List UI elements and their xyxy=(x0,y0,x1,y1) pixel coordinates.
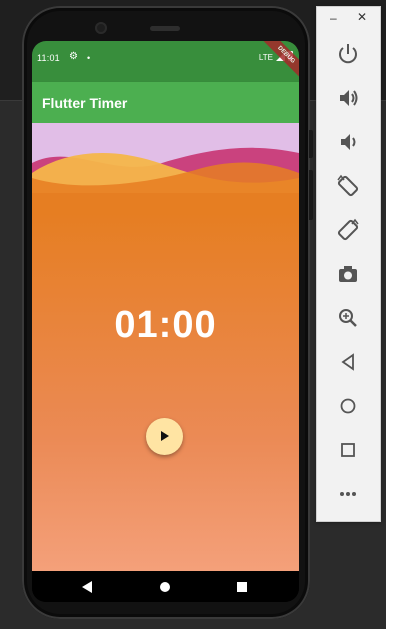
hardware-volume-button[interactable] xyxy=(309,170,313,220)
overview-icon xyxy=(341,443,355,457)
play-button[interactable] xyxy=(146,418,183,455)
timer-background: 01:00 xyxy=(32,123,299,571)
power-button[interactable] xyxy=(333,39,363,69)
volume-up-icon xyxy=(340,90,358,106)
status-time: 11:01 xyxy=(37,53,60,63)
status-network: LTE xyxy=(258,53,273,62)
volume-down-icon xyxy=(341,134,356,150)
window-edge xyxy=(386,0,411,629)
front-camera xyxy=(95,22,107,34)
app-bar: Flutter Timer xyxy=(32,82,299,123)
status-bar: 11:01 ⚙ • LTE xyxy=(32,41,299,82)
rotate-right-button[interactable] xyxy=(333,215,363,245)
more-button[interactable] xyxy=(333,479,363,509)
screenshot-button[interactable] xyxy=(333,259,363,289)
gear-icon: ⚙ xyxy=(69,51,78,62)
zoom-button[interactable] xyxy=(333,303,363,333)
rotate-left-button[interactable] xyxy=(333,171,363,201)
close-button[interactable]: ✕ xyxy=(357,10,367,24)
minimize-button[interactable]: – xyxy=(330,11,337,25)
rotate-left-icon xyxy=(337,174,359,197)
recent-apps-icon[interactable] xyxy=(237,582,247,592)
volume-up-button[interactable] xyxy=(333,83,363,113)
volume-down-button[interactable] xyxy=(333,127,363,157)
timer-display: 01:00 xyxy=(114,304,217,346)
home-icon xyxy=(340,398,356,414)
emulator-overview-button[interactable] xyxy=(333,435,363,465)
home-icon[interactable] xyxy=(160,582,170,592)
play-icon xyxy=(161,431,169,441)
emulator-side-panel: – ✕ xyxy=(316,6,381,522)
power-icon xyxy=(339,44,357,64)
page-title: Flutter Timer xyxy=(42,95,128,111)
back-icon[interactable] xyxy=(82,581,92,593)
zoom-icon xyxy=(339,309,357,327)
wave-background xyxy=(32,123,299,203)
emulator-back-button[interactable] xyxy=(333,347,363,377)
emulator-home-button[interactable] xyxy=(333,391,363,421)
hardware-power-button[interactable] xyxy=(309,130,313,158)
camera-icon xyxy=(339,266,357,282)
panel-title-bar: – ✕ xyxy=(317,7,380,29)
rotate-right-icon xyxy=(337,218,359,241)
navigation-bar xyxy=(32,571,299,602)
more-icon xyxy=(340,492,356,496)
earpiece-speaker xyxy=(150,26,180,31)
back-icon xyxy=(341,353,354,371)
dot-icon: • xyxy=(87,53,91,63)
device-screen: 11:01 ⚙ • LTE DEBUG Flutter Timer 01:00 xyxy=(32,41,299,602)
